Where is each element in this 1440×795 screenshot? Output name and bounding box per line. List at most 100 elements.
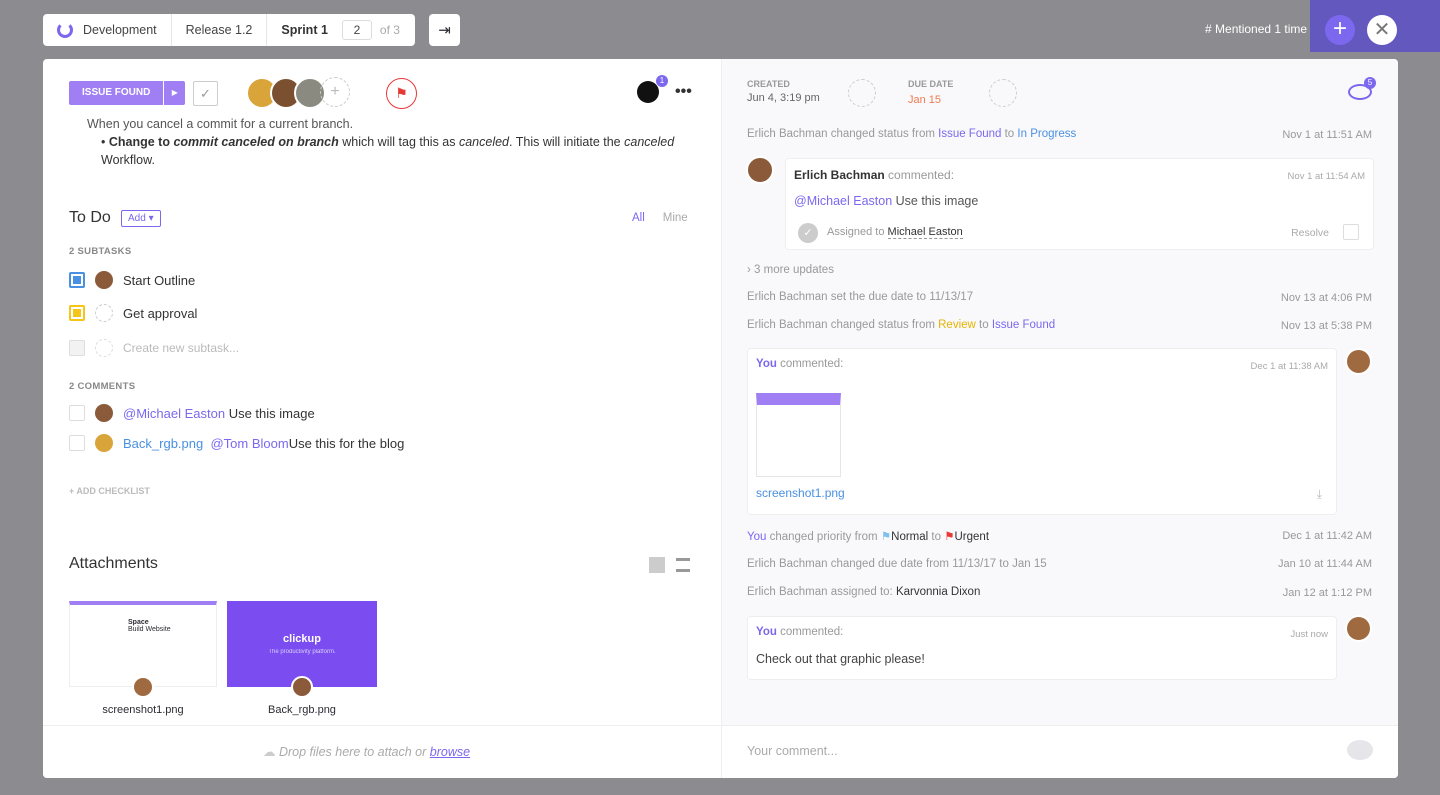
avatar — [95, 404, 113, 422]
add-checklist-button[interactable]: + ADD CHECKLIST — [69, 486, 150, 496]
page-number-input[interactable]: 2 — [341, 20, 372, 40]
attachment-thumbnail[interactable]: clickup The productivity platform. — [227, 601, 377, 687]
desc-text: Workflow. — [101, 153, 155, 167]
more-options-icon[interactable]: ••• — [675, 83, 692, 101]
subtask-checkbox[interactable] — [69, 305, 85, 321]
thumb-text: Space — [128, 619, 149, 626]
add-assignee-icon[interactable]: + — [320, 77, 350, 107]
activity-pane: CREATED Jun 4, 3:19 pm DUE DATE Jan 15 5… — [721, 59, 1398, 725]
time-tracking-icon[interactable] — [848, 79, 876, 107]
list-view-icon[interactable] — [676, 558, 690, 572]
activity-item: Erlich Bachman assigned to: Karvonnia Di… — [747, 586, 980, 598]
subtask-name[interactable]: Start Outline — [123, 273, 195, 288]
breadcrumb-sprint[interactable]: Sprint 1 — [267, 14, 342, 46]
thumb-text: Build Website — [128, 626, 171, 633]
comment-file-link[interactable]: screenshot1.png — [756, 486, 845, 500]
comment-checkbox[interactable] — [69, 435, 85, 451]
checklist-comment-row[interactable]: Back_rgb.png @Tom BloomUse this for the … — [69, 434, 404, 452]
subtask-row[interactable]: Get approval — [69, 304, 197, 322]
download-icon[interactable]: ⤓ — [1317, 487, 1322, 502]
more-updates-toggle[interactable]: › 3 more updates — [747, 264, 834, 276]
activity-author: You — [747, 531, 767, 543]
assigned-line: Assigned to Michael Easton — [827, 226, 963, 239]
desc-line: When you cancel a commit for a current b… — [87, 117, 354, 131]
due-date[interactable]: Jan 15 — [908, 94, 941, 106]
activity-item: Erlich Bachman changed due date from 11/… — [747, 558, 1047, 570]
export-button[interactable]: ⇥ — [429, 14, 460, 46]
created-label: CREATED — [747, 79, 790, 89]
activity-text: to — [975, 319, 992, 331]
activity-item: Erlich Bachman changed status from Revie… — [747, 319, 1055, 331]
export-icon: ⇥ — [438, 22, 451, 39]
github-icon[interactable] — [637, 81, 659, 103]
browse-link[interactable]: browse — [430, 745, 470, 759]
priority-flag-icon[interactable]: ⚑ — [386, 78, 417, 109]
comments-label: 2 COMMENTS — [69, 381, 136, 392]
attachment-name[interactable]: screenshot1.png — [69, 704, 217, 716]
add-button[interactable]: + — [1325, 15, 1355, 45]
breadcrumb-release[interactable]: Release 1.2 — [172, 14, 268, 46]
comment-author: Erlich Bachman — [794, 168, 885, 182]
dropzone[interactable]: ☁ Drop files here to attach or browse — [263, 744, 470, 759]
tab-mine[interactable]: Mine — [663, 212, 688, 224]
mentioned-indicator[interactable]: # Mentioned 1 time — [1205, 22, 1307, 36]
activity-item: Erlich Bachman set the due date to 11/13… — [747, 291, 974, 303]
new-subtask-row[interactable]: Create new subtask... — [69, 339, 239, 357]
timestamp: Jan 12 at 1:12 PM — [1282, 587, 1372, 599]
activity-text: Erlich Bachman changed status from — [747, 319, 939, 331]
desc-text: . This will initiate the — [509, 135, 625, 149]
comment-card: You commented: Just now Check out that g… — [747, 616, 1337, 680]
subtask-name[interactable]: Get approval — [123, 306, 197, 321]
breadcrumb-development[interactable]: Development — [43, 14, 172, 46]
attachment-name[interactable]: Back_rgb.png — [227, 704, 377, 716]
mention-link[interactable]: @Michael Easton — [123, 406, 225, 421]
activity-item: You changed priority from ⚑Normal to ⚑Ur… — [747, 529, 989, 543]
comment-verb: commented: — [776, 626, 844, 638]
checklist-comment-row[interactable]: @Michael Easton Use this image — [69, 404, 315, 422]
recurring-icon[interactable] — [989, 79, 1017, 107]
assign-icon[interactable] — [95, 304, 113, 322]
upload-cloud-icon: ☁ — [263, 745, 276, 759]
complete-checkbox[interactable]: ✓ — [193, 81, 218, 106]
file-link[interactable]: Back_rgb.png — [123, 436, 203, 451]
assignee-name[interactable]: Michael Easton — [887, 226, 963, 239]
activity-text: Erlich Bachman assigned to: — [747, 586, 896, 598]
new-subtask-input[interactable]: Create new subtask... — [123, 341, 239, 355]
todo-add-button[interactable]: Add ▾ — [121, 210, 161, 227]
send-comment-icon[interactable] — [1347, 740, 1373, 760]
grid-view-icon[interactable] — [649, 557, 665, 573]
subtask-checkbox[interactable] — [69, 272, 85, 288]
created-date: Jun 4, 3:19 pm — [747, 92, 820, 104]
attachment-thumbnail[interactable]: Space Build Website — [69, 601, 217, 687]
attachments-title: Attachments — [69, 555, 158, 572]
status-to: In Progress — [1017, 128, 1077, 140]
comment-image-thumbnail[interactable] — [756, 393, 841, 477]
desc-text: which will tag this as — [338, 135, 459, 149]
mention-link[interactable]: @Michael Easton — [794, 194, 892, 208]
timestamp: Nov 13 at 5:38 PM — [1280, 320, 1372, 332]
desc-text: Change to — [108, 135, 174, 149]
mention-link[interactable]: @Tom Bloom — [210, 436, 288, 451]
task-description[interactable]: When you cancel a commit for a current b… — [87, 117, 687, 169]
subtask-row[interactable]: Start Outline — [69, 271, 195, 289]
thumb-text: The productivity platform. — [268, 649, 336, 655]
activity-text: changed priority from — [766, 531, 881, 543]
status-next-arrow-icon[interactable]: ▶ — [163, 81, 186, 105]
resolve-checkbox[interactable] — [1343, 224, 1359, 240]
comment-author: You — [756, 626, 777, 638]
comment-input[interactable]: Your comment... — [747, 744, 838, 758]
comment-checkbox[interactable] — [69, 405, 85, 421]
desc-text: commit canceled on branch — [173, 135, 339, 149]
comment-text: Use this for the blog — [288, 435, 405, 451]
timestamp: Nov 1 at 11:54 AM — [1287, 171, 1365, 182]
tab-all[interactable]: All — [632, 212, 645, 224]
hash-icon: # — [1205, 22, 1212, 36]
due-date-label: DUE DATE — [908, 79, 954, 89]
close-button[interactable]: ✕ — [1367, 15, 1397, 45]
divider — [721, 726, 722, 778]
comment-text: Check out that graphic please! — [756, 652, 925, 666]
avatar — [1345, 615, 1372, 642]
assignees[interactable]: + — [246, 77, 350, 109]
status-button[interactable]: ISSUE FOUND ▶ — [69, 81, 186, 105]
comment-body: @Michael Easton Use this image — [794, 194, 978, 208]
